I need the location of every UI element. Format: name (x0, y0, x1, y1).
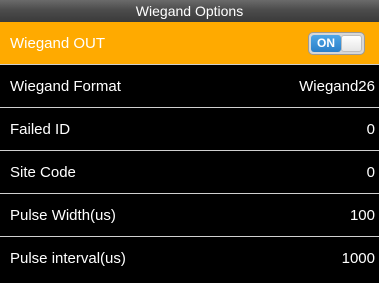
menu-item-pulse-interval[interactable]: Pulse interval(us) 1000 (0, 237, 379, 280)
menu-item-label: Site Code (10, 163, 76, 181)
toggle-on-label: ON (311, 34, 341, 52)
menu-item-label: Pulse Width(us) (10, 206, 116, 224)
menu-item-value: 0 (366, 120, 375, 138)
menu-item-wiegand-format[interactable]: Wiegand Format Wiegand26 (0, 65, 379, 108)
menu-item-label: Wiegand OUT (10, 34, 106, 52)
menu-item-value: 1000 (341, 250, 375, 267)
menu-item-wiegand-out[interactable]: Wiegand OUT ON (0, 22, 379, 65)
menu-item-pulse-width[interactable]: Pulse Width(us) 100 (0, 194, 379, 237)
menu-item-label: Pulse interval(us) (10, 250, 126, 267)
menu-item-label: Failed ID (10, 120, 71, 138)
page-title: Wiegand Options (0, 0, 379, 23)
menu-item-value: Wiegand26 (299, 77, 375, 95)
menu-item-value: 0 (366, 163, 375, 181)
menu-item-failed-id[interactable]: Failed ID 0 (0, 108, 379, 151)
menu-list: Wiegand OUT ON Wiegand Format Wiegand26 … (0, 22, 379, 283)
menu-item-value: 100 (349, 206, 375, 224)
menu-item-site-code[interactable]: Site Code 0 (0, 151, 379, 194)
wiegand-out-toggle[interactable]: ON (308, 31, 365, 55)
toggle-knob (341, 34, 362, 52)
menu-item-label: Wiegand Format (10, 77, 121, 95)
screen: Wiegand Options Wiegand OUT ON Wiegand F… (0, 0, 379, 283)
